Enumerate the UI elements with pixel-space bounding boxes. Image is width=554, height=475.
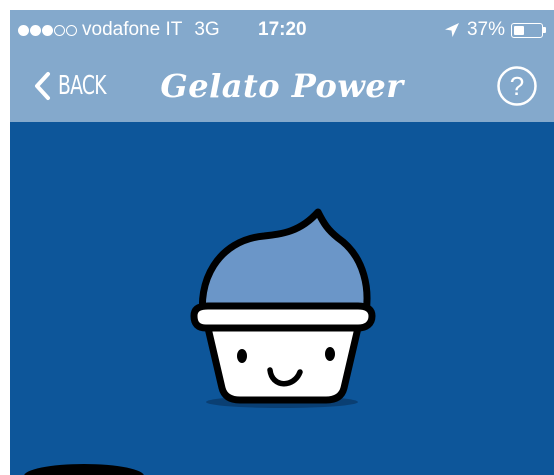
app-screen: vodafone IT 3G 17:20 37% BACK Gelato Pow…: [10, 10, 554, 475]
mascot-eye: [237, 349, 247, 363]
battery-body: [511, 22, 543, 38]
battery-percent: 37%: [466, 19, 505, 40]
partial-bottom-element: [24, 464, 144, 475]
help-label: ?: [510, 71, 524, 101]
question-circle-icon: ?: [497, 66, 537, 106]
mascot-eye: [325, 347, 335, 361]
battery-icon: [511, 22, 546, 38]
network-type: 3G: [194, 19, 220, 40]
location-arrow-icon: [444, 23, 459, 37]
gelato-mascot-icon: [190, 208, 376, 408]
battery-fill: [514, 25, 524, 35]
status-bar: vodafone IT 3G 17:20 37%: [10, 10, 554, 50]
signal-dot: [54, 24, 65, 36]
status-left: vodafone IT 3G: [18, 10, 238, 50]
navigation-bar: BACK Gelato Power ?: [10, 50, 554, 122]
signal-dot: [18, 24, 29, 36]
main-content: [10, 122, 554, 475]
carrier-name: vodafone IT: [82, 19, 183, 40]
signal-dot: [42, 24, 53, 36]
gelato-cup: [204, 324, 362, 404]
help-button[interactable]: ?: [496, 65, 538, 107]
page-title: Gelato Power: [160, 67, 404, 105]
signal-strength-icon: [18, 24, 77, 36]
status-right: 37%: [443, 10, 546, 50]
signal-dot: [30, 24, 41, 36]
status-time: 17:20: [258, 19, 307, 40]
battery-tip: [543, 27, 546, 33]
signal-dot: [66, 24, 77, 36]
